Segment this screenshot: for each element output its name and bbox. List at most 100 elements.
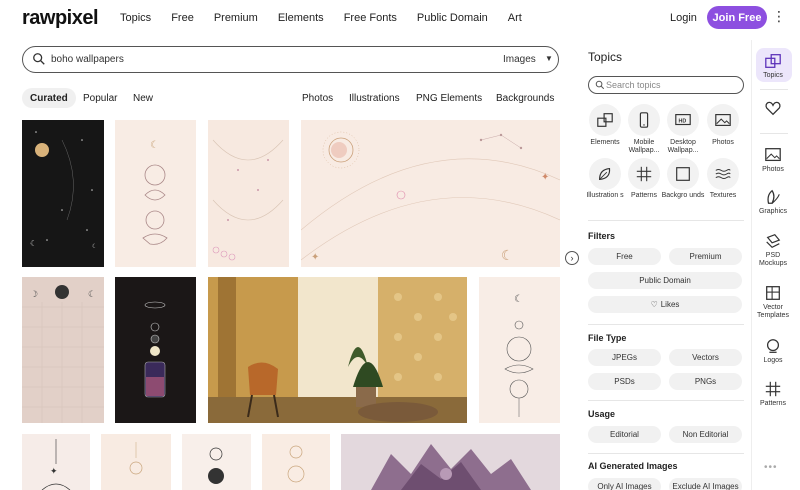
image-tile[interactable]	[262, 434, 330, 490]
topic-desktop-wallpapers[interactable]: HD	[667, 104, 699, 136]
divider	[588, 453, 744, 454]
grid-icon	[636, 166, 652, 182]
search-type-select[interactable]: Images	[503, 54, 536, 65]
svg-text:☾: ☾	[501, 247, 514, 263]
panel-title: Topics	[588, 50, 623, 64]
topic-backgrounds[interactable]	[667, 158, 699, 190]
topic-illustrations[interactable]	[589, 158, 621, 190]
topic-photos[interactable]	[707, 104, 739, 136]
divider	[588, 324, 744, 325]
image-tile[interactable]: ☾ ☾	[22, 120, 104, 267]
type-backgrounds[interactable]: Backgrounds	[496, 93, 554, 104]
ai-exclude[interactable]: Exclude AI Images	[669, 478, 742, 490]
filter-premium[interactable]: Premium	[669, 248, 742, 265]
topic-mobile-wallpapers[interactable]	[628, 104, 660, 136]
rail-patterns[interactable]: Patterns	[753, 380, 793, 408]
rail-label: PSD Mockups	[758, 252, 787, 267]
topic-label: Textures	[709, 192, 737, 199]
search-input[interactable]: boho wallpapers	[51, 54, 124, 65]
topic-textures[interactable]	[707, 158, 739, 190]
join-free-button[interactable]: Join Free	[707, 6, 767, 29]
square-icon	[676, 167, 690, 181]
image-tile[interactable]: ☾	[115, 120, 196, 267]
image-tile[interactable]: ☽ ☾	[22, 277, 104, 423]
moon-phases-grid-art: ☽ ☾	[22, 285, 104, 423]
search-bar[interactable]: boho wallpapers Images ▼	[22, 46, 559, 73]
graphics-icon	[767, 189, 780, 204]
nav-elements[interactable]: Elements	[278, 12, 324, 24]
topic-label: Backgro unds	[661, 192, 705, 199]
type-photos[interactable]: Photos	[302, 93, 333, 104]
topic-label: Desktop Wallpap...	[667, 139, 699, 154]
image-tile[interactable]: ✦	[22, 434, 90, 490]
more-menu-icon[interactable]: ⋮	[772, 8, 786, 25]
rawpixel-logo[interactable]: rawpixel	[22, 7, 99, 30]
rail-likes[interactable]	[753, 99, 793, 117]
rail-vector-templates[interactable]: Vector Templates	[753, 284, 793, 320]
mobile-icon	[639, 112, 649, 128]
rail-label: Photos	[762, 166, 784, 173]
sort-curated[interactable]: Curated	[22, 88, 76, 108]
type-png-elements[interactable]: PNG Elements	[416, 93, 482, 104]
celestial-dark-art: ☾ ☾	[30, 131, 97, 250]
rail-graphics[interactable]: Graphics	[753, 188, 793, 216]
nav-art[interactable]: Art	[508, 12, 522, 24]
rail-topics[interactable]: Topics	[753, 52, 793, 80]
heart-icon: ♡	[650, 300, 658, 309]
divider	[760, 89, 788, 90]
ai-title: AI Generated Images	[588, 461, 678, 471]
sort-new[interactable]: New	[133, 93, 153, 104]
usage-non-editorial[interactable]: Non Editorial	[669, 426, 742, 443]
nav-public-domain[interactable]: Public Domain	[417, 12, 488, 24]
caret-down-icon[interactable]: ▼	[545, 54, 553, 63]
rail-photos[interactable]: Photos	[753, 146, 793, 174]
rail-label: Topics	[763, 72, 783, 79]
psd-icon	[766, 234, 781, 249]
image-tile[interactable]	[115, 277, 196, 423]
logo-icon	[766, 339, 780, 353]
desktop-hd-icon: HD	[675, 114, 691, 126]
sun-line-art: ✦	[41, 439, 71, 490]
topic-elements[interactable]	[589, 104, 621, 136]
svg-text:✦: ✦	[541, 172, 549, 183]
image-tile[interactable]	[208, 120, 289, 267]
usage-editorial[interactable]: Editorial	[588, 426, 661, 443]
image-tile[interactable]: ☾	[479, 277, 560, 423]
image-tile[interactable]	[208, 277, 467, 423]
sort-popular[interactable]: Popular	[83, 93, 117, 104]
image-tile[interactable]	[101, 434, 171, 490]
nav-free-fonts[interactable]: Free Fonts	[344, 12, 397, 24]
search-icon	[33, 53, 45, 65]
filetype-jpegs[interactable]: JPEGs	[588, 349, 661, 366]
type-illustrations[interactable]: Illustrations	[349, 93, 400, 104]
pattern-icon	[765, 381, 781, 397]
filter-likes[interactable]: ♡ Likes	[588, 296, 742, 313]
waves-icon	[715, 169, 731, 179]
rail-psd-mockups[interactable]: PSD Mockups	[753, 232, 793, 268]
filter-public-domain[interactable]: Public Domain	[588, 272, 742, 289]
image-tile[interactable]: ☾ ✦ ✦	[301, 120, 560, 267]
rail-logos[interactable]: Logos	[753, 337, 793, 365]
moon-phase-line-art	[208, 447, 224, 484]
amethyst-crystal-photo	[341, 434, 560, 490]
topic-patterns[interactable]	[628, 158, 660, 190]
nav-free[interactable]: Free	[171, 12, 194, 24]
collapse-panel-button[interactable]: ›	[565, 251, 579, 265]
nav-premium[interactable]: Premium	[214, 12, 258, 24]
topic-label: Elements	[590, 139, 620, 146]
filetype-title: File Type	[588, 333, 627, 343]
filetype-pngs[interactable]: PNGs	[669, 373, 742, 390]
filetype-psds[interactable]: PSDs	[588, 373, 661, 390]
image-tile[interactable]	[182, 434, 251, 490]
svg-text:☾: ☾	[514, 294, 523, 305]
image-tile[interactable]	[341, 434, 560, 490]
ai-only[interactable]: Only AI Images	[588, 478, 661, 490]
filter-free[interactable]: Free	[588, 248, 661, 265]
more-dots-icon[interactable]: •••	[764, 462, 778, 473]
nav-topics[interactable]: Topics	[120, 12, 151, 24]
topic-search-input[interactable]: Search topics	[588, 76, 744, 94]
filetype-vectors[interactable]: Vectors	[669, 349, 742, 366]
svg-text:HD: HD	[679, 118, 687, 124]
login-link[interactable]: Login	[670, 12, 697, 24]
search-icon	[595, 80, 605, 90]
